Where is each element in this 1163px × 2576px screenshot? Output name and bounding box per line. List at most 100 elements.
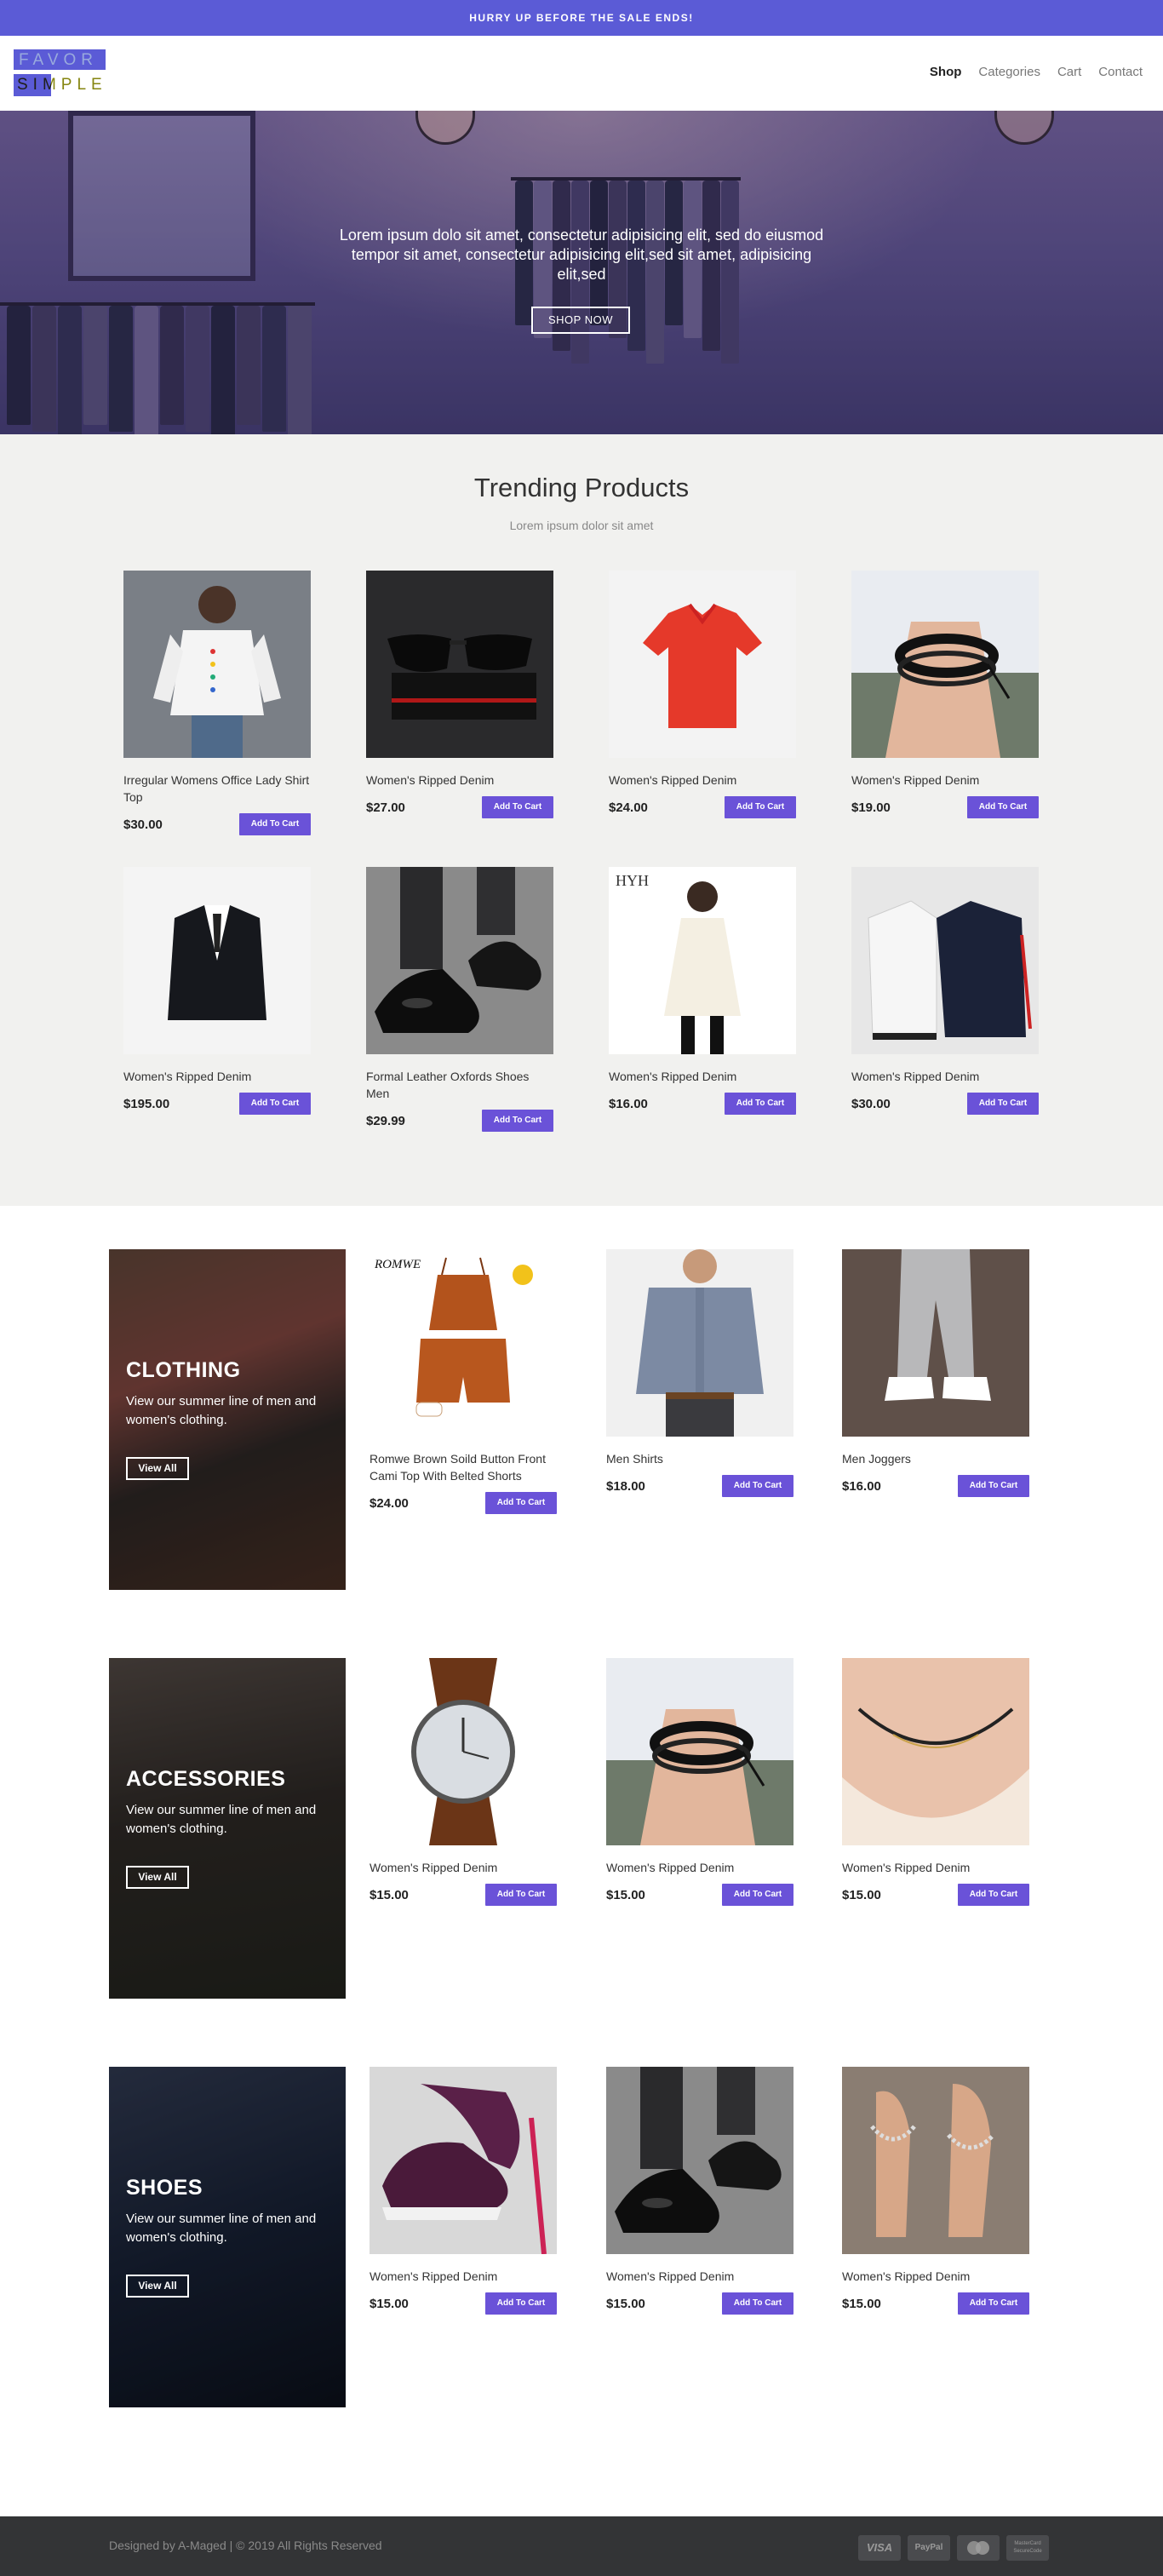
category-title: SHOES — [126, 2176, 203, 2200]
add-to-cart-button[interactable]: Add To Cart — [485, 2292, 557, 2315]
product-name[interactable]: Women's Ripped Denim — [842, 2268, 1029, 2285]
product-price: $24.00 — [609, 800, 648, 815]
product-card[interactable]: Women's Ripped Denim $15.00 Add To Cart — [842, 1658, 1029, 1906]
product-name[interactable]: Women's Ripped Denim — [606, 2268, 793, 2285]
product-name[interactable]: Men Joggers — [842, 1450, 1029, 1467]
product-name[interactable]: Women's Ripped Denim — [609, 1068, 796, 1085]
product-name[interactable]: Women's Ripped Denim — [370, 2268, 557, 2285]
nav-cart[interactable]: Cart — [1057, 65, 1081, 79]
product-card[interactable]: ROMWE Romwe Brown Soild Button Front Cam… — [370, 1249, 557, 1514]
jacket-icon[interactable] — [851, 867, 1039, 1054]
add-to-cart-button[interactable]: Add To Cart — [239, 1093, 311, 1115]
sneaker-icon[interactable] — [370, 2067, 557, 2254]
product-price: $30.00 — [123, 817, 163, 832]
oxford-shoe-icon[interactable] — [366, 867, 553, 1054]
product-card[interactable]: Women's Ripped Denim $15.00 Add To Cart — [606, 2067, 793, 2315]
paypal-icon: PayPal — [908, 2535, 950, 2561]
suit-icon[interactable] — [123, 867, 311, 1054]
product-price: $19.00 — [851, 800, 891, 815]
view-all-button[interactable]: View All — [126, 2275, 189, 2298]
product-name[interactable]: Women's Ripped Denim — [370, 1859, 557, 1876]
product-card[interactable]: HYH Women's Ripped Denim $16.00 Add To C… — [609, 867, 796, 1115]
product-card[interactable]: Formal Leather Oxfords Shoes Men $29.99 … — [366, 867, 553, 1132]
product-card[interactable]: Women's Ripped Denim $15.00 Add To Cart — [370, 2067, 557, 2315]
add-to-cart-button[interactable]: Add To Cart — [722, 1475, 793, 1497]
product-price: $16.00 — [609, 1096, 648, 1111]
product-name[interactable]: Women's Ripped Denim — [123, 1068, 311, 1085]
add-to-cart-button[interactable]: Add To Cart — [482, 796, 553, 818]
add-to-cart-button[interactable]: Add To Cart — [958, 1884, 1029, 1906]
product-card[interactable]: Women's Ripped Denim $195.00 Add To Cart — [123, 867, 311, 1115]
visa-icon: VISA — [858, 2535, 901, 2561]
product-name[interactable]: Women's Ripped Denim — [606, 1859, 793, 1876]
product-card[interactable]: Women's Ripped Denim $15.00 Add To Cart — [842, 2067, 1029, 2315]
product-price-row: $195.00 Add To Cart — [123, 1093, 311, 1115]
sunglasses-icon[interactable] — [366, 571, 553, 758]
add-to-cart-button[interactable]: Add To Cart — [482, 1110, 553, 1132]
product-card[interactable]: Men Shirts $18.00 Add To Cart — [606, 1249, 793, 1497]
product-card[interactable]: Women's Ripped Denim $15.00 Add To Cart — [370, 1658, 557, 1906]
sale-banner: HURRY UP BEFORE THE SALE ENDS! — [0, 0, 1163, 36]
product-price-row: $15.00 Add To Cart — [370, 1884, 557, 1906]
logo[interactable]: FAVOR SIMPLE — [14, 49, 107, 97]
product-card[interactable]: Women's Ripped Denim $27.00 Add To Cart — [366, 571, 553, 818]
product-card[interactable]: Women's Ripped Denim $30.00 Add To Cart — [851, 867, 1039, 1115]
add-to-cart-button[interactable]: Add To Cart — [485, 1492, 557, 1514]
product-name[interactable]: Men Shirts — [606, 1450, 793, 1467]
dress-icon[interactable]: HYH — [609, 867, 796, 1054]
category-banner[interactable]: ACCESSORIES View our summer line of men … — [109, 1658, 346, 1999]
product-price: $15.00 — [370, 1887, 409, 1902]
oxford-shoe-icon[interactable] — [606, 2067, 793, 2254]
product-price: $15.00 — [606, 1887, 645, 1902]
category-description: View our summer line of men and women's … — [126, 1803, 317, 1836]
product-name[interactable]: Women's Ripped Denim — [609, 772, 796, 789]
joggers-icon[interactable] — [842, 1249, 1029, 1437]
product-card[interactable]: Irregular Womens Office Lady Shirt Top $… — [123, 571, 311, 835]
product-card[interactable]: Women's Ripped Denim $19.00 Add To Cart — [851, 571, 1039, 818]
add-to-cart-button[interactable]: Add To Cart — [239, 813, 311, 835]
add-to-cart-button[interactable]: Add To Cart — [967, 1093, 1039, 1115]
view-all-button[interactable]: View All — [126, 1866, 189, 1889]
product-name[interactable]: Women's Ripped Denim — [851, 772, 1039, 789]
product-name[interactable]: Romwe Brown Soild Button Front Cami Top … — [370, 1450, 557, 1484]
add-to-cart-button[interactable]: Add To Cart — [958, 1475, 1029, 1497]
add-to-cart-button[interactable]: Add To Cart — [725, 1093, 796, 1115]
product-card[interactable]: Women's Ripped Denim $15.00 Add To Cart — [606, 1658, 793, 1906]
view-all-button[interactable]: View All — [126, 1457, 189, 1480]
nav-categories[interactable]: Categories — [978, 65, 1040, 79]
product-name[interactable]: Women's Ripped Denim — [366, 772, 553, 789]
add-to-cart-button[interactable]: Add To Cart — [485, 1884, 557, 1906]
product-price: $195.00 — [123, 1096, 170, 1111]
nav-contact[interactable]: Contact — [1098, 65, 1143, 79]
product-price-row: $29.99 Add To Cart — [366, 1110, 553, 1132]
necklace-icon[interactable] — [842, 1658, 1029, 1845]
cami-set-icon[interactable]: ROMWE — [370, 1249, 557, 1437]
add-to-cart-button[interactable]: Add To Cart — [958, 2292, 1029, 2315]
product-price-row: $16.00 Add To Cart — [842, 1475, 1029, 1497]
site-header: FAVOR SIMPLE Shop Categories Cart Contac… — [0, 36, 1163, 111]
add-to-cart-button[interactable]: Add To Cart — [725, 796, 796, 818]
add-to-cart-button[interactable]: Add To Cart — [722, 2292, 793, 2315]
polo-shirt-icon[interactable] — [609, 571, 796, 758]
shop-now-button[interactable]: SHOP NOW — [531, 307, 630, 334]
product-name[interactable]: Women's Ripped Denim — [842, 1859, 1029, 1876]
men-shirt-icon[interactable] — [606, 1249, 793, 1437]
add-to-cart-button[interactable]: Add To Cart — [722, 1884, 793, 1906]
product-card[interactable]: Men Joggers $16.00 Add To Cart — [842, 1249, 1029, 1497]
category-banner[interactable]: SHOES View our summer line of men and wo… — [109, 2067, 346, 2407]
white-shirt-icon[interactable] — [123, 571, 311, 758]
product-price-row: $18.00 Add To Cart — [606, 1475, 793, 1497]
category-banner[interactable]: CLOTHING View our summer line of men and… — [109, 1249, 346, 1590]
bracelet-icon[interactable] — [851, 571, 1039, 758]
product-name[interactable]: Women's Ripped Denim — [851, 1068, 1039, 1085]
product-name[interactable]: Formal Leather Oxfords Shoes Men — [366, 1068, 553, 1102]
product-price-row: $27.00 Add To Cart — [366, 796, 553, 818]
bracelet-icon[interactable] — [606, 1658, 793, 1845]
product-card[interactable]: Women's Ripped Denim $24.00 Add To Cart — [609, 571, 796, 818]
product-price-row: $15.00 Add To Cart — [842, 1884, 1029, 1906]
add-to-cart-button[interactable]: Add To Cart — [967, 796, 1039, 818]
product-name[interactable]: Irregular Womens Office Lady Shirt Top — [123, 772, 311, 806]
sandal-icon[interactable] — [842, 2067, 1029, 2254]
nav-shop[interactable]: Shop — [930, 65, 962, 79]
watch-icon[interactable] — [370, 1658, 557, 1845]
